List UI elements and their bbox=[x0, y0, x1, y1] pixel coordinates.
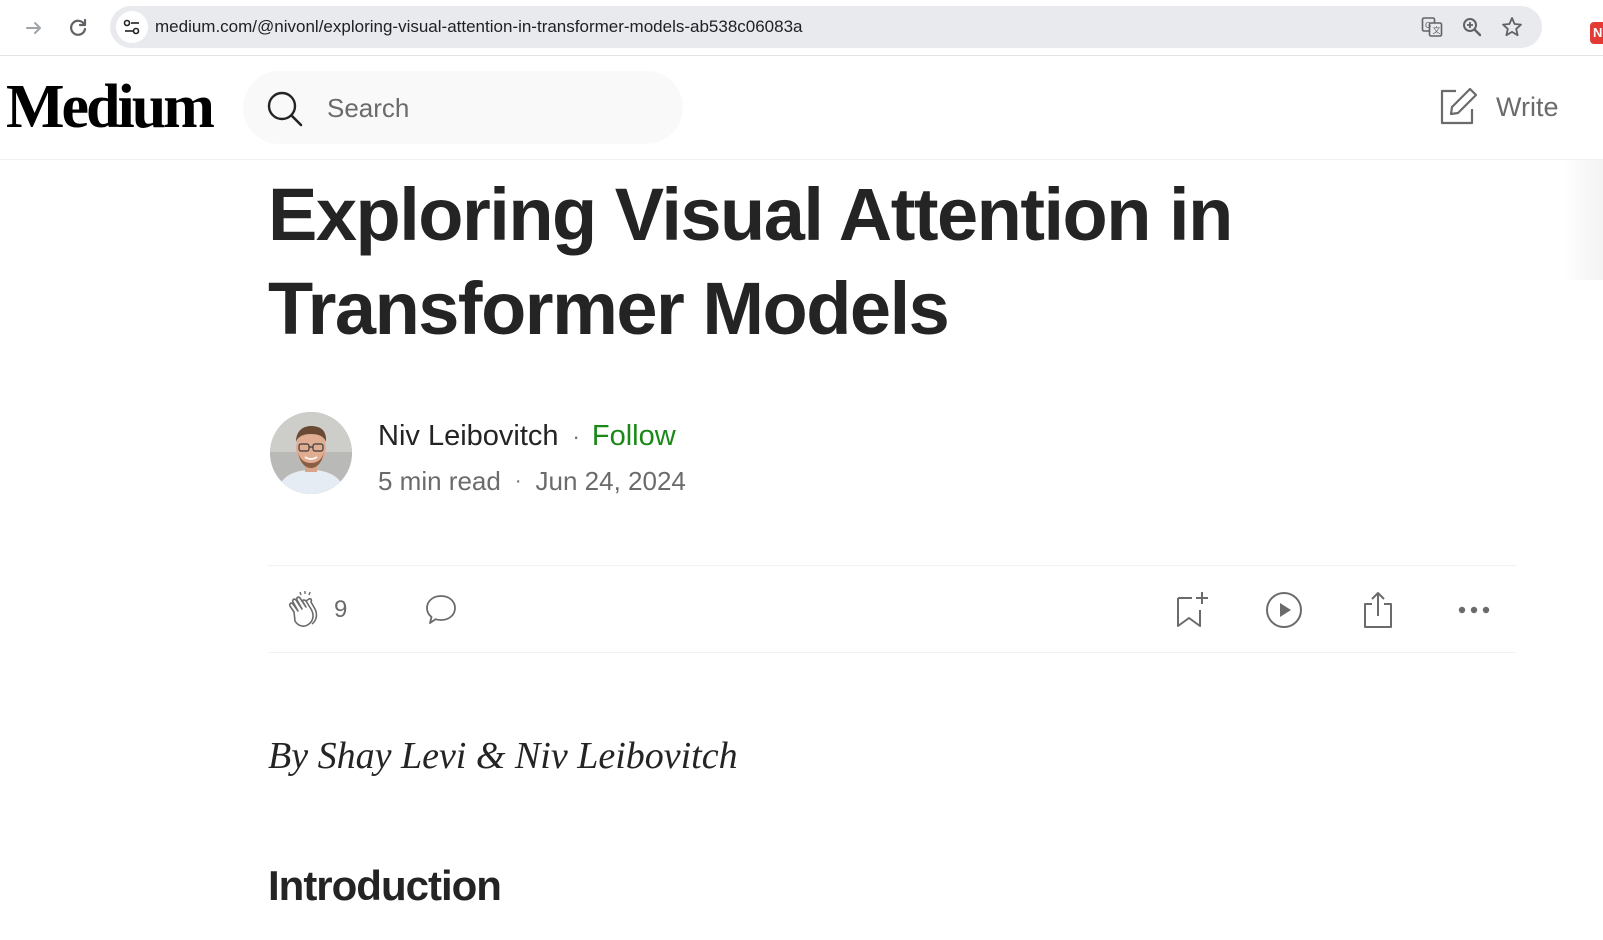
search-icon bbox=[267, 91, 303, 127]
search-box[interactable] bbox=[243, 71, 683, 144]
play-icon bbox=[1266, 592, 1302, 628]
svg-text:文: 文 bbox=[1433, 25, 1441, 35]
url-text[interactable]: medium.com/@nivonl/exploring-visual-atte… bbox=[155, 17, 803, 37]
forward-button[interactable] bbox=[20, 14, 48, 42]
medium-logo[interactable]: Medium bbox=[6, 74, 215, 140]
extension-icon[interactable]: N bbox=[1590, 22, 1603, 44]
article-title: Exploring Visual Attention in Transforme… bbox=[268, 173, 1233, 350]
forward-arrow-icon bbox=[26, 22, 41, 34]
follow-button[interactable]: Follow bbox=[592, 420, 676, 453]
author-line: Niv Leibovitch · Follow bbox=[378, 420, 676, 453]
zoom-icon bbox=[1463, 18, 1482, 37]
separator-dot: · bbox=[514, 470, 522, 492]
save-button[interactable] bbox=[1172, 588, 1212, 632]
clap-icon bbox=[288, 591, 318, 627]
more-icon bbox=[1458, 606, 1490, 614]
article-meta: 5 min read · Jun 24, 2024 bbox=[378, 466, 686, 497]
browser-toolbar: medium.com/@nivonl/exploring-visual-atte… bbox=[0, 0, 1603, 56]
site-header: Medium Write bbox=[0, 56, 1603, 160]
star-icon bbox=[1502, 17, 1522, 37]
more-button[interactable] bbox=[1454, 588, 1494, 632]
address-bar[interactable]: medium.com/@nivonl/exploring-visual-atte… bbox=[110, 6, 1542, 48]
avatar-photo bbox=[270, 412, 352, 494]
site-info-icon bbox=[123, 19, 140, 35]
comment-button[interactable] bbox=[423, 588, 459, 632]
separator-dot: · bbox=[572, 423, 580, 449]
author-avatar[interactable] bbox=[270, 412, 352, 494]
bookmark-add-icon bbox=[1177, 592, 1208, 627]
search-input[interactable] bbox=[327, 89, 657, 127]
clap-button[interactable]: 9 bbox=[284, 588, 347, 632]
zoom-button[interactable] bbox=[1460, 15, 1484, 39]
svg-text:G: G bbox=[1425, 21, 1431, 30]
author-name[interactable]: Niv Leibovitch bbox=[378, 420, 559, 453]
reload-button[interactable] bbox=[64, 14, 92, 42]
read-time: 5 min read bbox=[378, 466, 501, 496]
translate-button[interactable]: G 文 bbox=[1420, 15, 1444, 39]
listen-button[interactable] bbox=[1264, 588, 1304, 632]
write-icon bbox=[1440, 87, 1478, 125]
translate-icon: G 文 bbox=[1421, 17, 1443, 37]
share-icon bbox=[1364, 592, 1392, 628]
article-byline: By Shay Levi & Niv Leibovitch bbox=[268, 735, 738, 777]
publish-date: Jun 24, 2024 bbox=[535, 466, 686, 496]
panel-edge bbox=[1563, 160, 1603, 280]
clap-count: 9 bbox=[334, 596, 348, 623]
site-info-button[interactable] bbox=[116, 11, 148, 43]
bookmark-star-button[interactable] bbox=[1500, 15, 1524, 39]
section-heading: Introduction bbox=[268, 862, 502, 909]
share-button[interactable] bbox=[1360, 588, 1396, 632]
comment-icon bbox=[426, 595, 456, 624]
article-action-bar: 9 bbox=[268, 565, 1516, 653]
write-label: Write bbox=[1496, 91, 1559, 122]
reload-icon bbox=[70, 18, 87, 36]
write-button[interactable]: Write bbox=[1438, 84, 1559, 130]
author-info: Niv Leibovitch · Follow 5 min read · Jun… bbox=[270, 412, 870, 496]
